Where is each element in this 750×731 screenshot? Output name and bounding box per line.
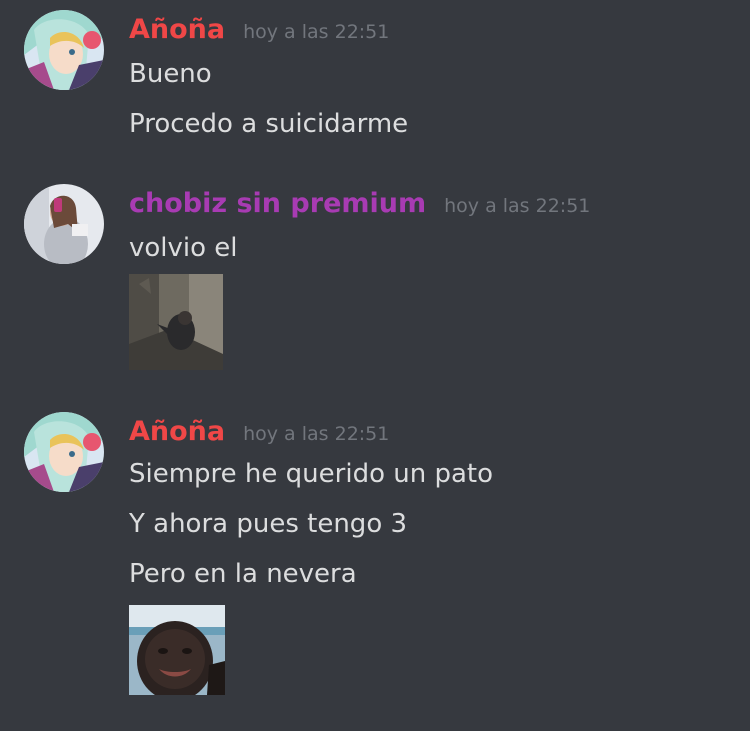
message-text: Procedo a suicidarme (129, 109, 409, 139)
timestamp: hoy a las 22:51 (444, 195, 591, 217)
username[interactable]: Añoña (129, 412, 225, 452)
message-text: Siempre he querido un pato (129, 459, 493, 489)
message-text: Pero en la nevera (129, 559, 357, 589)
avatar[interactable] (24, 412, 104, 492)
message-text: volvio el (129, 233, 238, 263)
message-header: Añoña hoy a las 22:51 (129, 412, 389, 452)
message-text: Y ahora pues tengo 3 (129, 509, 408, 539)
image-attachment[interactable] (129, 274, 223, 370)
message-header: chobiz sin premium hoy a las 22:51 (129, 184, 590, 224)
username[interactable]: Añoña (129, 10, 225, 50)
image-attachment[interactable] (129, 605, 225, 695)
avatar[interactable] (24, 10, 104, 90)
chat-messages: Añoña hoy a las 22:51 Bueno Procedo a su… (0, 0, 750, 731)
timestamp: hoy a las 22:51 (243, 21, 390, 43)
timestamp: hoy a las 22:51 (243, 423, 390, 445)
username[interactable]: chobiz sin premium (129, 184, 426, 224)
avatar[interactable] (24, 184, 104, 264)
message-header: Añoña hoy a las 22:51 (129, 10, 389, 50)
message-text: Bueno (129, 59, 212, 89)
